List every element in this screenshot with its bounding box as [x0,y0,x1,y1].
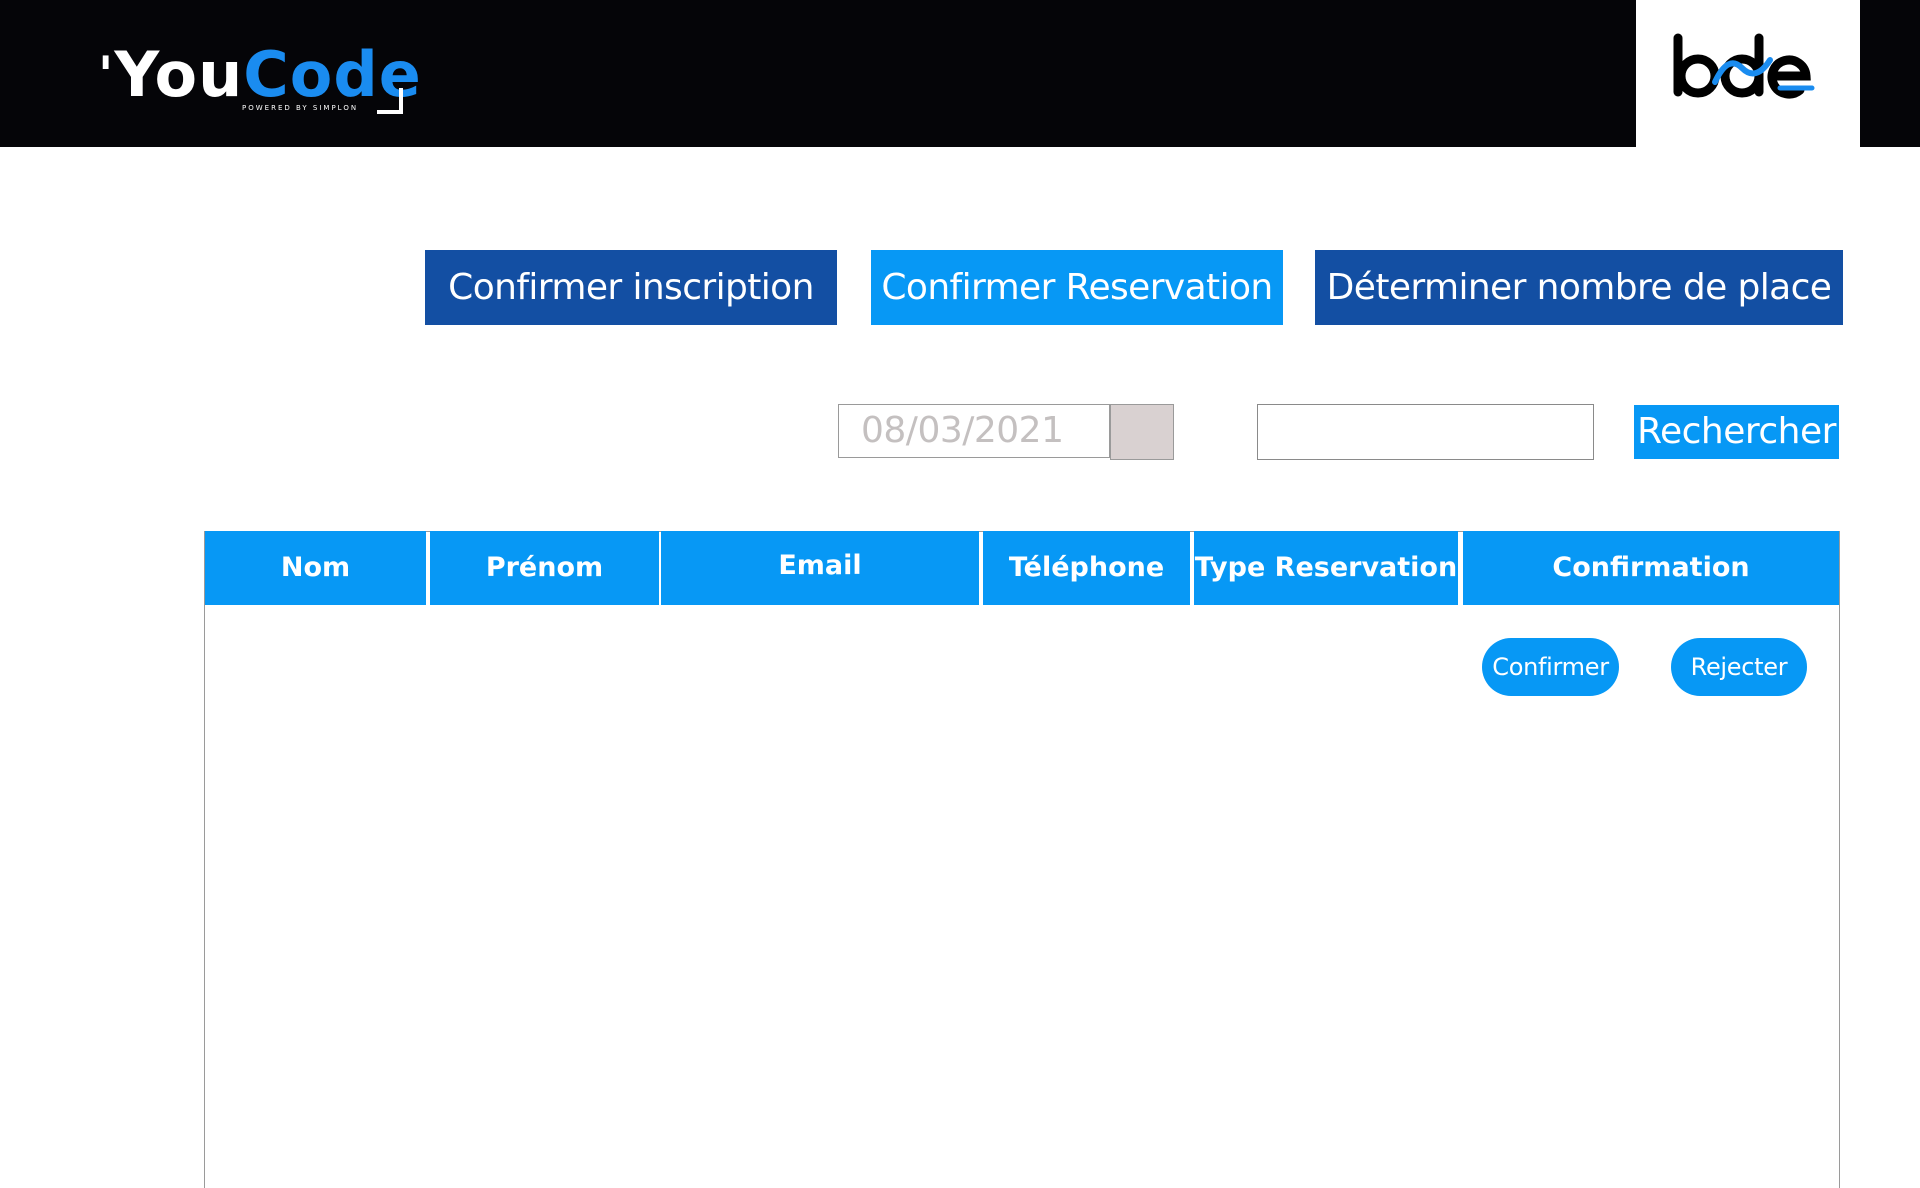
column-header-confirmation: Confirmation [1463,531,1839,605]
confirm-registration-button[interactable]: Confirmer inscription [425,250,837,325]
reject-button[interactable]: Rejecter [1671,638,1807,696]
page: 'YouCode POWERED BY SIMPLON Confirmer in… [0,0,1920,1188]
logo-bracket-mark [377,88,403,114]
confirm-button[interactable]: Confirmer [1482,638,1619,696]
column-header-prenom: Prénom [430,531,659,605]
column-header-nom: Nom [205,531,426,605]
date-input[interactable]: 08/03/2021 [838,404,1110,458]
logo-wordmark: 'YouCode [98,38,422,111]
column-header-telephone: Téléphone [983,531,1190,605]
date-value: 08/03/2021 [861,410,1064,451]
logo-tagline: POWERED BY SIMPLON [242,104,359,112]
column-header-type-reservation: Type Reservation [1194,531,1458,605]
set-places-button[interactable]: Déterminer nombre de place [1315,250,1843,325]
column-header-email: Email [661,531,979,605]
date-picker-button[interactable] [1110,404,1174,460]
reservations-table [204,531,1840,1188]
search-button[interactable]: Rechercher [1634,405,1839,459]
youcode-logo[interactable]: 'YouCode POWERED BY SIMPLON [98,36,421,116]
confirm-reservation-button[interactable]: Confirmer Reservation [871,250,1283,325]
header-bar: 'YouCode POWERED BY SIMPLON [0,0,1920,147]
bde-logo [1636,0,1860,147]
bde-logo-icon [1673,33,1815,99]
search-input[interactable] [1257,404,1594,460]
